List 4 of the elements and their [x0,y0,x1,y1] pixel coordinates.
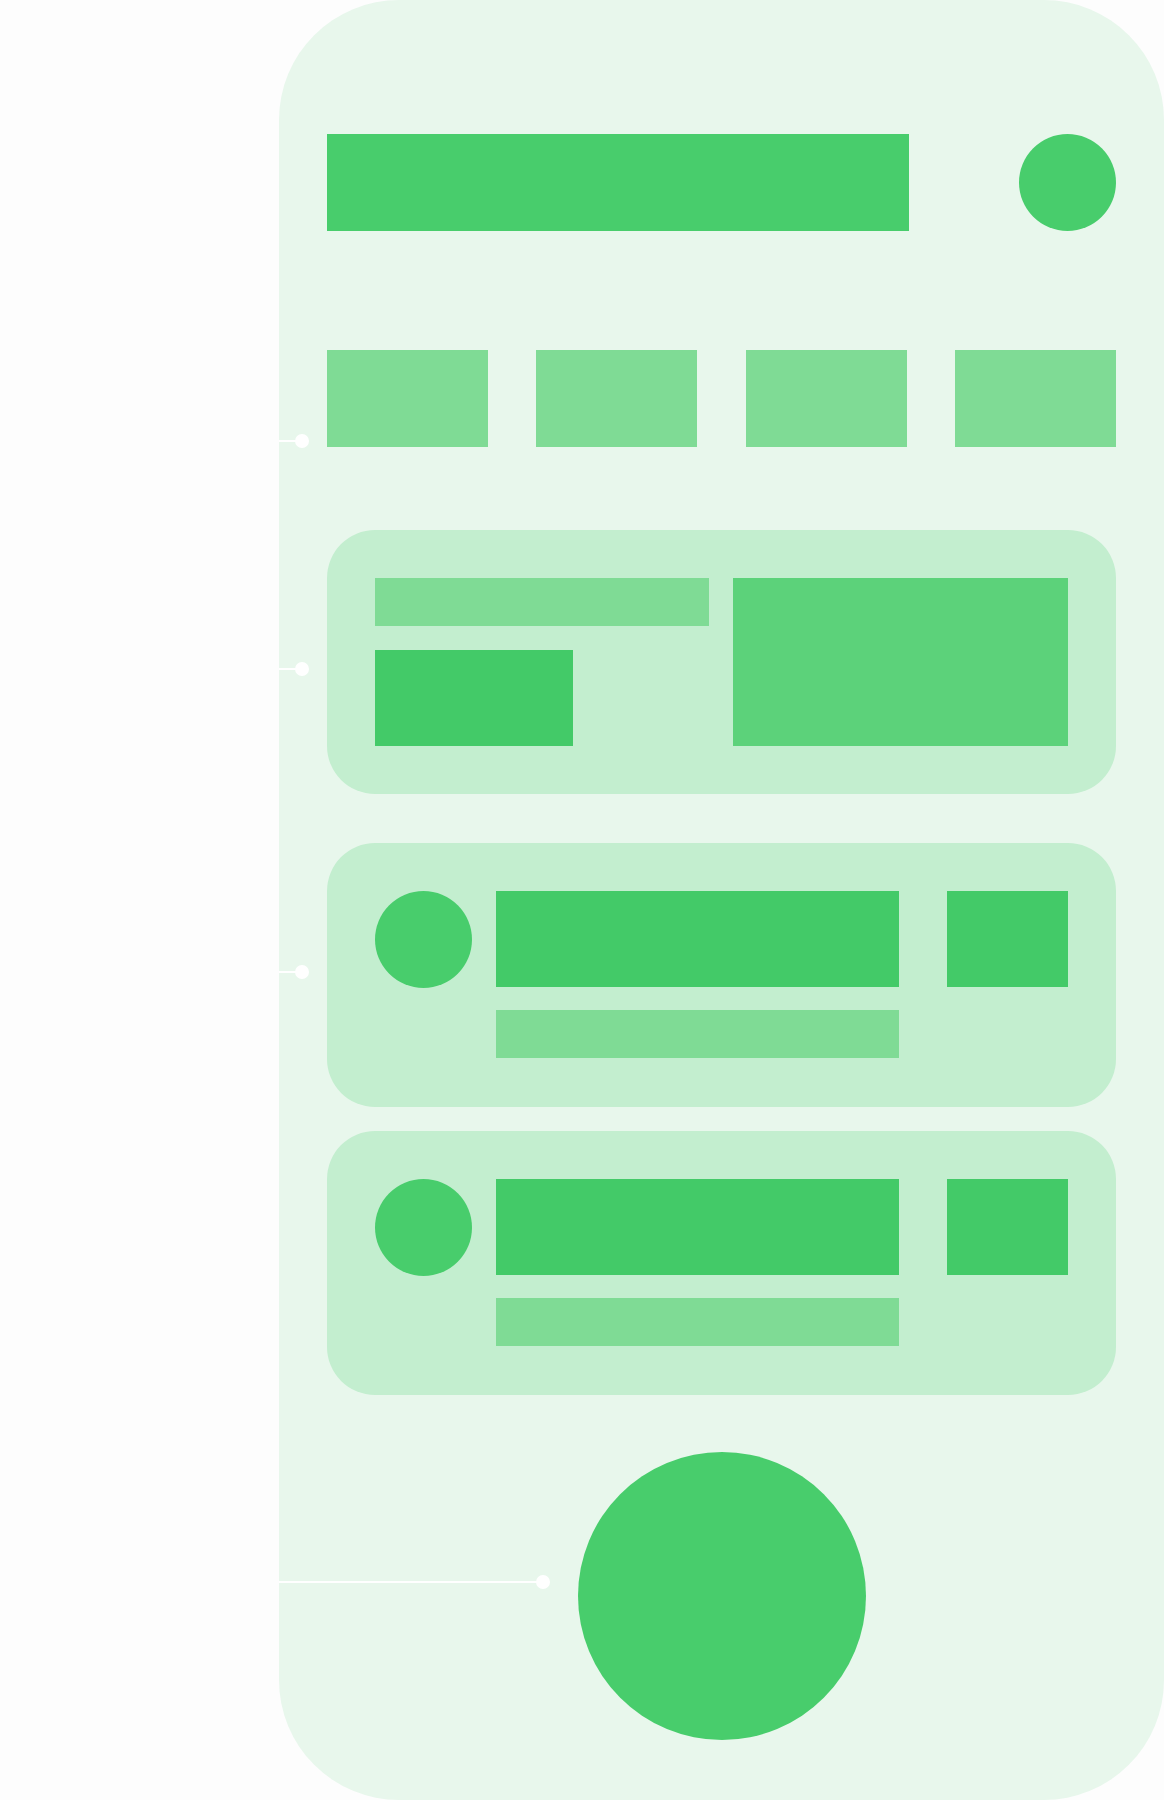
tab-placeholder[interactable] [327,350,488,447]
tab-placeholder[interactable] [745,350,907,447]
tab-placeholder[interactable] [536,350,698,447]
tab-placeholder[interactable] [955,350,1116,447]
